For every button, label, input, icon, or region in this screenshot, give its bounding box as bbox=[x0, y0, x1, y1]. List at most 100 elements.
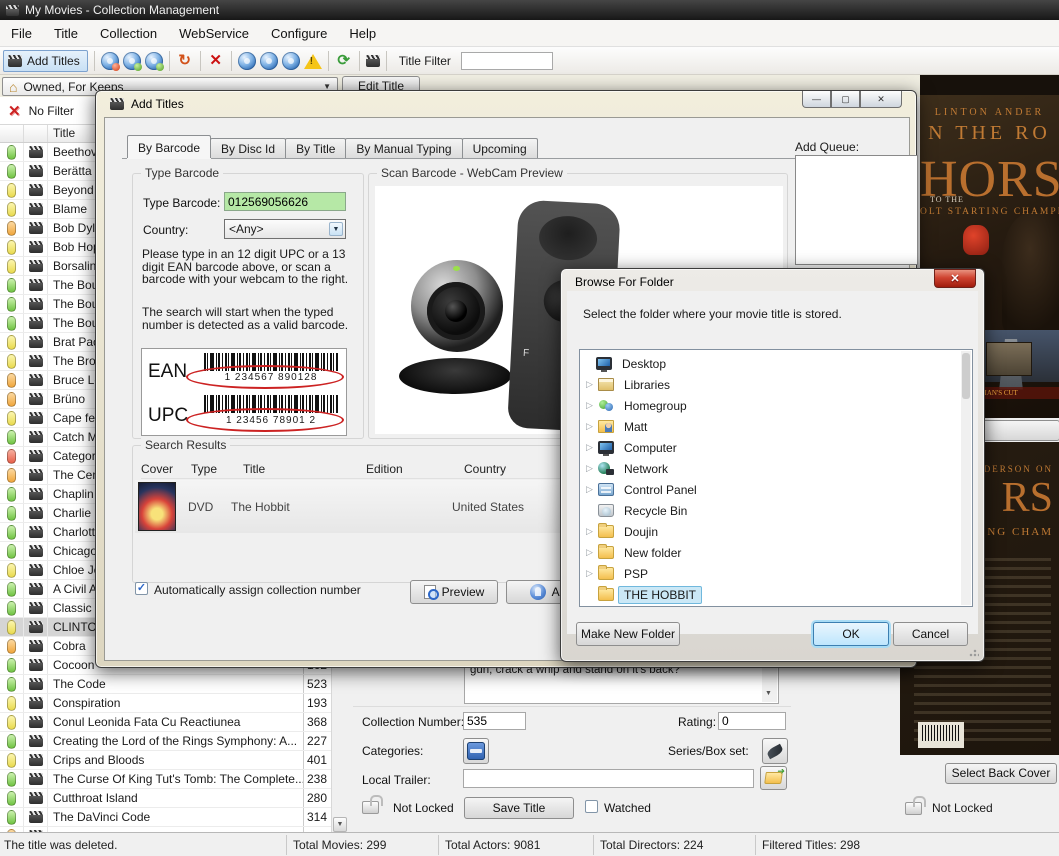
collection-number-input[interactable] bbox=[463, 712, 526, 730]
movie-row[interactable]: The DaVinci Code 314 bbox=[0, 808, 331, 827]
movie-row[interactable]: Conul Leonida Fata Cu Reactiunea 368 bbox=[0, 713, 331, 732]
tree-item[interactable]: Desktop bbox=[580, 353, 972, 374]
tree-item[interactable]: Recycle Bin bbox=[580, 500, 972, 521]
tree-scrollbar[interactable] bbox=[961, 351, 971, 605]
tab[interactable]: By Barcode bbox=[127, 135, 211, 158]
menu-item[interactable]: WebService bbox=[168, 21, 260, 46]
status-pill-icon bbox=[7, 202, 16, 217]
add-titles-button[interactable]: Add Titles bbox=[3, 50, 88, 72]
minimize-button[interactable]: — bbox=[802, 91, 831, 108]
tree-item-label[interactable]: THE HOBBIT bbox=[618, 586, 702, 604]
expand-arrow-icon[interactable]: ▷ bbox=[586, 463, 598, 474]
close-button[interactable]: ✕ bbox=[934, 269, 976, 288]
tree-item[interactable]: ▷ Doujin bbox=[580, 521, 972, 542]
movie-row[interactable]: Conspiration 193 bbox=[0, 694, 331, 713]
tree-item-label[interactable]: Recycle Bin bbox=[618, 502, 693, 520]
tree-item[interactable]: THE HOBBIT bbox=[580, 584, 972, 605]
menu-item[interactable]: File bbox=[0, 21, 43, 46]
expand-arrow-icon[interactable]: ▷ bbox=[586, 547, 598, 558]
menu-item[interactable]: Title bbox=[43, 21, 89, 46]
browse-trailer-button[interactable] bbox=[760, 766, 787, 790]
tab[interactable]: By Title bbox=[285, 138, 346, 158]
save-title-button[interactable]: Save Title bbox=[464, 797, 574, 819]
tree-item[interactable]: ▷ Control Panel bbox=[580, 479, 972, 500]
column-header[interactable]: Type bbox=[187, 460, 237, 478]
clapper-edit-icon[interactable] bbox=[366, 55, 380, 67]
scroll-down-arrow[interactable]: ▼ bbox=[333, 817, 347, 832]
add-online-icon bbox=[530, 584, 546, 600]
barcode-input[interactable] bbox=[224, 192, 346, 211]
refresh-orange-icon[interactable]: ↻ bbox=[176, 52, 194, 70]
tree-item[interactable]: ▷ Computer bbox=[580, 437, 972, 458]
menu-item[interactable]: Help bbox=[338, 21, 387, 46]
tree-item[interactable]: ▷ Libraries bbox=[580, 374, 972, 395]
ok-button[interactable]: OK bbox=[813, 622, 889, 646]
disc-camera-icon[interactable] bbox=[238, 52, 256, 70]
expand-arrow-icon[interactable]: ▷ bbox=[586, 379, 598, 390]
expand-arrow-icon[interactable]: ▷ bbox=[586, 442, 598, 453]
cancel-button[interactable]: Cancel bbox=[893, 622, 968, 646]
tree-item[interactable]: ▷ Network bbox=[580, 458, 972, 479]
tree-item-label[interactable]: PSP bbox=[618, 565, 654, 583]
column-header[interactable]: Cover bbox=[141, 460, 187, 478]
resize-grip[interactable] bbox=[969, 647, 979, 657]
rating-input[interactable] bbox=[718, 712, 786, 730]
refresh-green-icon[interactable]: ⟳ bbox=[335, 52, 353, 70]
watched-checkbox[interactable] bbox=[585, 800, 598, 813]
tree-item-label[interactable]: Doujin bbox=[618, 523, 664, 541]
disc-download-icon[interactable] bbox=[101, 52, 119, 70]
menu-item[interactable]: Collection bbox=[89, 21, 168, 46]
tree-item-label[interactable]: Control Panel bbox=[618, 481, 703, 499]
folder-tree[interactable]: Desktop ▷ Libraries ▷ Homegroup ▷ Matt bbox=[579, 349, 973, 607]
country-select[interactable]: <Any> ▼ bbox=[224, 219, 346, 239]
tree-item-label[interactable]: Network bbox=[618, 460, 674, 478]
expand-arrow-icon[interactable]: ▷ bbox=[586, 421, 598, 432]
expand-arrow-icon[interactable]: ▷ bbox=[586, 526, 598, 537]
disc-export-icon[interactable] bbox=[145, 52, 163, 70]
local-trailer-input[interactable] bbox=[463, 769, 754, 788]
tree-item-icon bbox=[598, 588, 614, 601]
auto-assign-checkbox[interactable]: ✓ bbox=[135, 582, 148, 595]
delete-icon[interactable]: ✕ bbox=[207, 52, 225, 70]
preview-button[interactable]: Preview bbox=[410, 580, 498, 604]
disc-person-icon[interactable] bbox=[260, 52, 278, 70]
tab[interactable]: By Disc Id bbox=[210, 138, 286, 158]
menu-item[interactable]: Configure bbox=[260, 21, 338, 46]
categories-button[interactable] bbox=[463, 738, 489, 764]
movie-row[interactable]: The Curse Of King Tut's Tomb: The Comple… bbox=[0, 770, 331, 789]
expand-arrow-icon[interactable]: ▷ bbox=[586, 484, 598, 495]
tree-item-label[interactable]: Matt bbox=[618, 418, 653, 436]
tree-item[interactable]: ▷ Matt bbox=[580, 416, 972, 437]
movie-row[interactable]: Creating the Lord of the Rings Symphony:… bbox=[0, 732, 331, 751]
tab[interactable]: Upcoming bbox=[462, 138, 538, 158]
tree-item-label[interactable]: Desktop bbox=[616, 355, 672, 373]
tree-item-label[interactable]: New folder bbox=[618, 544, 687, 562]
maximize-button[interactable]: ▢ bbox=[831, 91, 860, 108]
tree-item-label[interactable]: Computer bbox=[618, 439, 683, 457]
tab[interactable]: By Manual Typing bbox=[345, 138, 462, 158]
movie-row[interactable]: The Code 523 bbox=[0, 675, 331, 694]
select-back-cover-button[interactable]: Select Back Cover bbox=[945, 763, 1057, 784]
add-queue-list[interactable] bbox=[795, 155, 918, 265]
warning-icon[interactable] bbox=[304, 54, 322, 69]
disc-stack-icon[interactable] bbox=[282, 52, 300, 70]
tree-item-icon bbox=[598, 399, 614, 412]
tree-item-label[interactable]: Libraries bbox=[618, 376, 676, 394]
main-title-bar[interactable]: My Movies - Collection Management bbox=[0, 0, 1059, 20]
tree-item[interactable]: ▷ New folder bbox=[580, 542, 972, 563]
column-header[interactable]: Edition bbox=[366, 460, 464, 478]
series-box-set-button[interactable] bbox=[762, 738, 788, 764]
barcode-instructions-1: Please type in an 12 digit UPC or a 13 d… bbox=[142, 248, 356, 286]
movie-row[interactable]: Crips and Bloods 401 bbox=[0, 751, 331, 770]
tree-item[interactable]: ▷ Homegroup bbox=[580, 395, 972, 416]
disc-save-icon[interactable] bbox=[123, 52, 141, 70]
column-header[interactable]: Title bbox=[237, 460, 366, 478]
expand-arrow-icon[interactable]: ▷ bbox=[586, 568, 598, 579]
tree-item[interactable]: ▷ PSP bbox=[580, 563, 972, 584]
expand-arrow-icon[interactable]: ▷ bbox=[586, 400, 598, 411]
movie-row[interactable]: Cutthroat Island 280 bbox=[0, 789, 331, 808]
make-new-folder-button[interactable]: Make New Folder bbox=[576, 622, 680, 646]
close-button[interactable]: ✕ bbox=[860, 91, 902, 108]
tree-item-label[interactable]: Homegroup bbox=[618, 397, 693, 415]
title-filter-input[interactable] bbox=[461, 52, 553, 70]
